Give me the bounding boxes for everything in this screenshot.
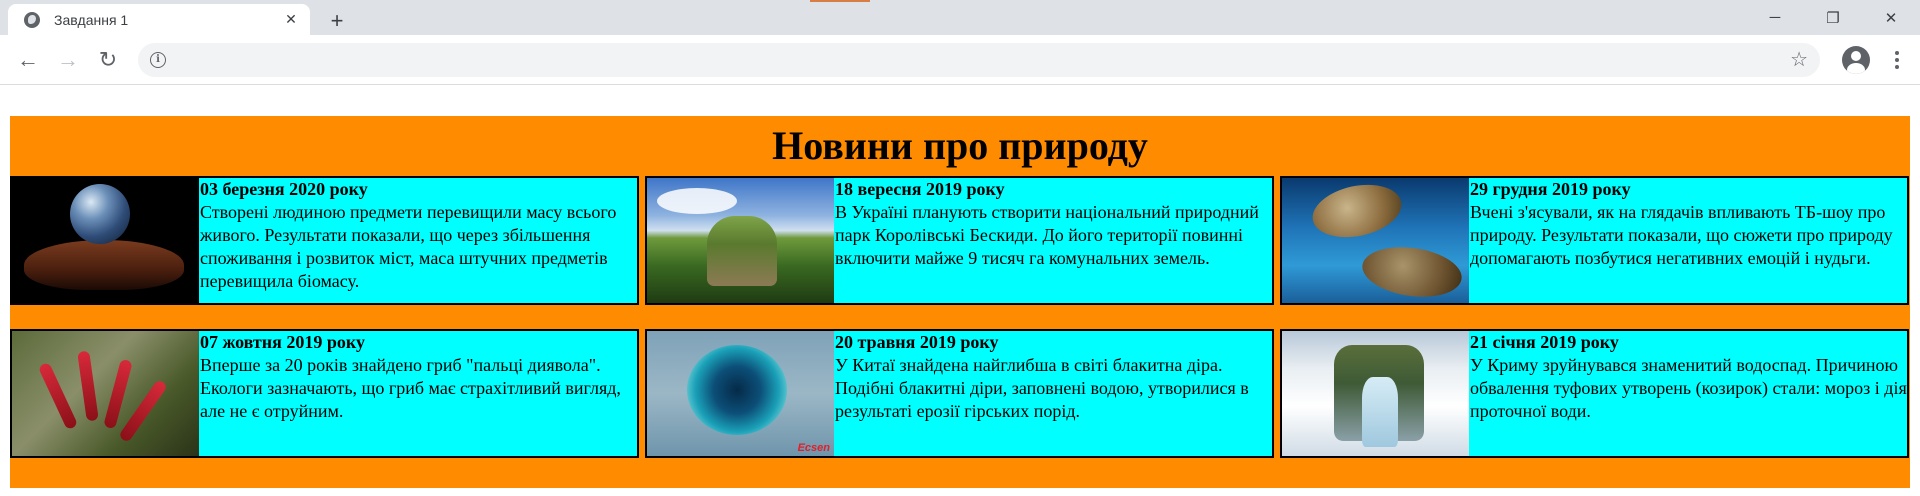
browser-toolbar: ← → ↻ i ☆	[0, 35, 1920, 85]
blue-hole-image: Ecsen	[647, 331, 834, 456]
sea-turtles-image	[1282, 178, 1469, 303]
browser-tab[interactable]: Завдання 1 ✕	[8, 4, 310, 35]
news-body: У Китаї знайдена найглибша в світі блаки…	[835, 355, 1249, 421]
back-button[interactable]: ←	[8, 40, 48, 80]
news-body: Вперше за 20 років знайдено гриб "пальці…	[200, 355, 621, 421]
news-card: Ecsen 20 травня 2019 року У Китаї знайде…	[645, 329, 1274, 458]
tab-accent-line	[810, 0, 870, 2]
devils-fingers-fungus-image	[12, 331, 199, 456]
news-text-block: 20 травня 2019 року У Китаї знайдена най…	[834, 331, 1272, 456]
page-title: Новини про природу	[772, 123, 1148, 168]
reload-button[interactable]: ↻	[88, 40, 128, 80]
news-card: 07 жовтня 2019 року Вперше за 20 років з…	[10, 329, 639, 458]
tab-close-icon[interactable]: ✕	[282, 11, 300, 29]
news-card: 21 січня 2019 року У Криму зруйнувався з…	[1280, 329, 1909, 458]
mountain-landscape-image	[647, 178, 834, 303]
news-date: 03 березня 2020 року	[200, 179, 368, 199]
earth-in-hands-image	[12, 178, 199, 303]
bookmark-star-icon[interactable]: ☆	[1790, 47, 1808, 72]
news-text-block: 21 січня 2019 року У Криму зруйнувався з…	[1469, 331, 1907, 456]
restore-button[interactable]: ❐	[1804, 0, 1862, 35]
news-card: 29 грудня 2019 року Вчені з'ясували, як …	[1280, 176, 1909, 305]
window-controls: ─ ❐ ✕	[1746, 0, 1920, 35]
news-text-block: 03 березня 2020 року Створені людиною пр…	[199, 178, 637, 303]
forward-button[interactable]: →	[48, 40, 88, 80]
news-card: 03 березня 2020 року Створені людиною пр…	[10, 176, 639, 305]
news-date: 21 січня 2019 року	[1470, 332, 1619, 352]
browser-tabbar: Завдання 1 ✕ + ─ ❐ ✕	[0, 0, 1920, 35]
news-text-block: 18 вересня 2019 року В Україні планують …	[834, 178, 1272, 303]
globe-icon	[24, 11, 40, 28]
news-body: В Україні планують створити національний…	[835, 202, 1259, 268]
profile-avatar-icon[interactable]	[1842, 45, 1870, 74]
news-section: Новини про природу 03 березня 2020 року …	[10, 116, 1910, 488]
address-bar[interactable]: i ☆	[138, 42, 1820, 77]
news-body: Створені людиною предмети перевищили мас…	[200, 202, 617, 291]
image-watermark: Ecsen	[797, 442, 830, 454]
news-date: 07 жовтня 2019 року	[200, 332, 366, 352]
news-date: 29 грудня 2019 року	[1470, 179, 1631, 199]
news-body: У Криму зруйнувався знаменитий водоспад.…	[1470, 355, 1907, 421]
close-window-button[interactable]: ✕	[1862, 0, 1920, 35]
news-date: 20 травня 2019 року	[835, 332, 999, 352]
tab-title: Завдання 1	[54, 11, 129, 28]
browser-menu-icon[interactable]	[1882, 50, 1912, 69]
news-text-block: 07 жовтня 2019 року Вперше за 20 років з…	[199, 331, 637, 456]
page-viewport: Новини про природу 03 березня 2020 року …	[0, 85, 1920, 496]
news-text-block: 29 грудня 2019 року Вчені з'ясували, як …	[1469, 178, 1907, 303]
frozen-waterfall-image	[1282, 331, 1469, 456]
minimize-button[interactable]: ─	[1746, 0, 1804, 35]
news-card: 18 вересня 2019 року В Україні планують …	[645, 176, 1274, 305]
news-body: Вчені з'ясували, як на глядачів впливают…	[1470, 202, 1893, 268]
info-icon[interactable]: i	[150, 51, 166, 68]
news-date: 18 вересня 2019 року	[835, 179, 1005, 199]
new-tab-button[interactable]: +	[324, 8, 350, 34]
